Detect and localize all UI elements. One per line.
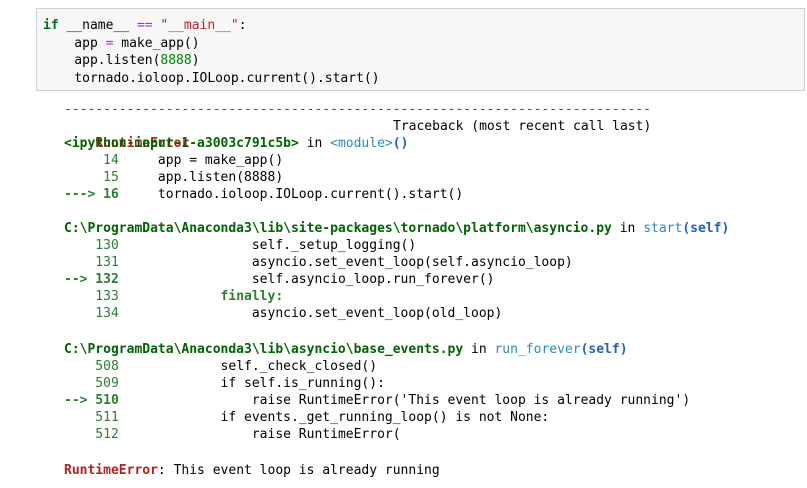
frame2-line-131: 131 asyncio.set_event_loop(self.asyncio_… bbox=[64, 254, 573, 271]
frame3-args: (self) bbox=[580, 342, 628, 357]
frame1-line-16: ---> 16 tornado.ioloop.IOLoop.current().… bbox=[64, 186, 463, 203]
frame1-line-14: 14 app = make_app() bbox=[64, 152, 283, 169]
code-token: : bbox=[238, 18, 247, 33]
line-code: raise RuntimeError('This event loop is a… bbox=[118, 393, 691, 408]
frame3-header: C:\ProgramData\Anaconda3\lib\asyncio\bas… bbox=[64, 341, 628, 358]
line-number: 131 bbox=[64, 255, 119, 270]
frame1-func: <module> bbox=[330, 136, 393, 151]
line-code: if events._get_running_loop() is not Non… bbox=[118, 410, 550, 425]
frame3-line-511: 511 if events._get_running_loop() is not… bbox=[64, 409, 549, 426]
line-number: 509 bbox=[64, 376, 119, 391]
code-input-cell[interactable]: if __name__ == "__main__": app = make_ap… bbox=[36, 8, 805, 91]
frame3-func: run_forever bbox=[494, 342, 581, 357]
line-code: self._check_closed() bbox=[118, 359, 378, 374]
frame3-line-512: 512 raise RuntimeError( bbox=[64, 426, 401, 443]
line-number-arrow: --> 132 bbox=[64, 272, 119, 287]
code-line-3: app.listen(8888) bbox=[43, 52, 380, 70]
operator: == bbox=[136, 18, 153, 33]
line-code: raise RuntimeError( bbox=[118, 427, 401, 442]
traceback-divider: ----------------------------------------… bbox=[64, 102, 651, 117]
frame3-line-509: 509 if self.is_running(): bbox=[64, 375, 385, 392]
frame1-header: <ipython-input-1-a3003c791c5b> in <modul… bbox=[64, 135, 408, 152]
frame2-header: C:\ProgramData\Anaconda3\lib\site-packag… bbox=[64, 220, 729, 237]
code-token: make_app() bbox=[113, 35, 200, 51]
frame1-file: <ipython-input-1-a3003c791c5b> bbox=[64, 136, 299, 151]
code-token: app.listen( bbox=[43, 53, 161, 68]
code-token: __name__ bbox=[58, 18, 137, 33]
final-error-line: RuntimeError: This event loop is already… bbox=[64, 462, 440, 479]
frame2-line-134: 134 asyncio.set_event_loop(old_loop) bbox=[64, 305, 502, 322]
frame3-in: in bbox=[463, 342, 495, 357]
frame2-line-133: 133 finally: bbox=[64, 288, 283, 305]
frame3-line-508: 508 self._check_closed() bbox=[64, 358, 377, 375]
line-number: 133 bbox=[64, 289, 119, 304]
frame1-parens: () bbox=[392, 136, 409, 151]
final-error-message: : This event loop is already running bbox=[157, 463, 440, 478]
line-code: self.asyncio_loop.run_forever() bbox=[118, 272, 495, 287]
traceback-header-label: Traceback (most recent call last) bbox=[393, 119, 652, 134]
line-code: asyncio.set_event_loop(self.asyncio_loop… bbox=[118, 255, 573, 270]
line-code: app = make_app() bbox=[118, 153, 284, 168]
line-code: tornado.ioloop.IOLoop.current().start() bbox=[118, 187, 464, 202]
frame2-args: (self) bbox=[682, 221, 730, 236]
line-number: 512 bbox=[64, 427, 119, 442]
frame2-line-130: 130 self._setup_logging() bbox=[64, 237, 416, 254]
code-token: app bbox=[43, 35, 106, 51]
code-token: tornado.ioloop.IOLoop.current().start() bbox=[43, 70, 380, 86]
output-area: ----------------------------------------… bbox=[0, 96, 807, 488]
line-number: 511 bbox=[64, 410, 119, 425]
code-line-2: app = make_app() bbox=[43, 35, 380, 53]
line-code: if self.is_running(): bbox=[118, 376, 385, 391]
line-number: 130 bbox=[64, 238, 119, 253]
line-number-arrow: --> 510 bbox=[64, 393, 119, 408]
code-block: if __name__ == "__main__": app = make_ap… bbox=[43, 17, 380, 87]
line-number: 134 bbox=[64, 306, 119, 321]
number-literal: 8888 bbox=[160, 53, 192, 68]
final-error-name: RuntimeError bbox=[64, 463, 158, 478]
keyword-if: if bbox=[43, 18, 59, 33]
frame1-line-15: 15 app.listen(8888) bbox=[64, 169, 283, 186]
line-code: self._setup_logging() bbox=[118, 238, 417, 253]
line-code: finally: bbox=[118, 289, 284, 304]
line-number: 15 bbox=[64, 170, 119, 185]
code-line-4: tornado.ioloop.IOLoop.current().start() bbox=[43, 70, 380, 88]
traceback-header-row: RuntimeError bbox=[64, 118, 189, 151]
string-literal: "__main__" bbox=[160, 18, 239, 33]
frame3-file: C:\ProgramData\Anaconda3\lib\asyncio\bas… bbox=[64, 342, 464, 357]
frame2-file: C:\ProgramData\Anaconda3\lib\site-packag… bbox=[64, 221, 612, 236]
line-number: 14 bbox=[64, 153, 119, 168]
frame2-func: start bbox=[643, 221, 683, 236]
line-number: 508 bbox=[64, 359, 119, 374]
line-code: app.listen(8888) bbox=[118, 170, 284, 185]
code-token: ) bbox=[191, 53, 200, 68]
line-code: asyncio.set_event_loop(old_loop) bbox=[118, 306, 503, 321]
code-line-1: if __name__ == "__main__": bbox=[43, 17, 380, 35]
line-number-arrow: ---> 16 bbox=[64, 187, 119, 202]
frame3-line-510: --> 510 raise RuntimeError('This event l… bbox=[64, 392, 690, 409]
frame2-line-132: --> 132 self.asyncio_loop.run_forever() bbox=[64, 271, 494, 288]
frame2-in: in bbox=[611, 221, 644, 236]
frame1-in: in bbox=[298, 136, 331, 151]
